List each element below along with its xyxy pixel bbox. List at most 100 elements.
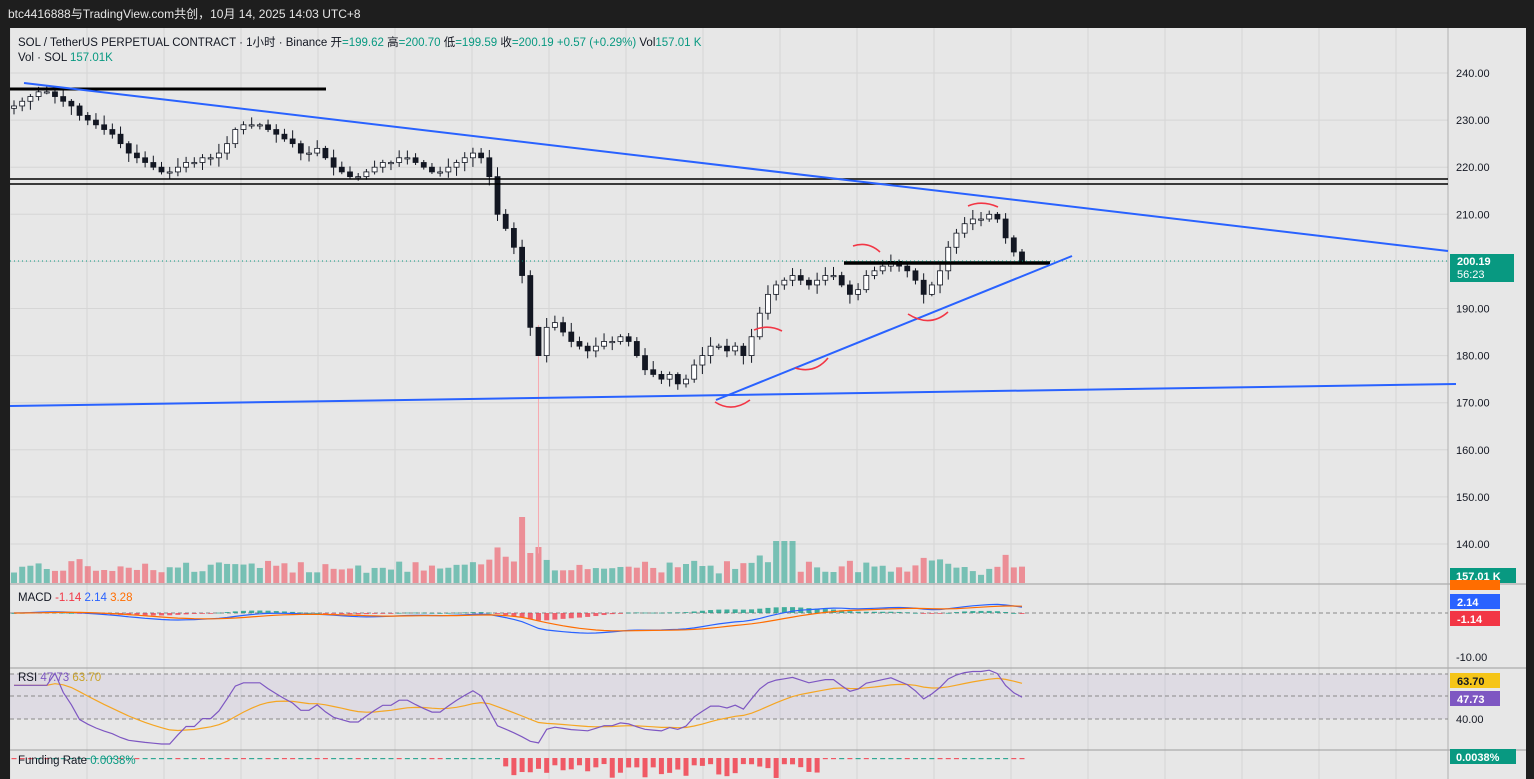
macd-histogram-bar xyxy=(634,612,640,614)
funding-rate-bar xyxy=(650,758,656,768)
macd-tag-text: 2.14 xyxy=(1457,597,1479,609)
macd-histogram-bar xyxy=(216,612,222,614)
annotation-arc[interactable] xyxy=(794,357,829,371)
macd-histogram-bar xyxy=(257,610,263,613)
high-value: =200.70 xyxy=(398,37,441,49)
volume-bar xyxy=(674,567,681,583)
annotation-arc[interactable] xyxy=(967,202,999,208)
price-chart[interactable]: 240.00230.00220.00210.00200.00190.00180.… xyxy=(10,28,1526,779)
funding-rate-bar xyxy=(429,758,435,760)
candle-body xyxy=(60,96,67,102)
volume-bar xyxy=(609,568,616,583)
macd-histogram-bar xyxy=(404,612,410,614)
candle-body xyxy=(937,270,943,286)
candle-body xyxy=(412,157,419,163)
volume-bar xyxy=(969,571,976,583)
candle-body xyxy=(338,166,345,173)
volume-bar xyxy=(543,559,550,583)
volume-bars xyxy=(11,517,1025,583)
candle-body xyxy=(289,138,296,145)
funding-rate-bar xyxy=(691,758,697,766)
volume-bar xyxy=(330,568,337,583)
macd-histogram-bar xyxy=(535,613,541,621)
volume-legend[interactable]: Vol · SOL 157.01K xyxy=(18,52,113,64)
macd-histogram-bar xyxy=(675,612,681,614)
funding-rate-bar xyxy=(216,758,222,760)
symbol-legend[interactable]: SOL / TetherUS PERPETUAL CONTRACT · 1小时 … xyxy=(18,34,701,50)
funding-rate-bar xyxy=(880,758,886,760)
funding-rate-bar xyxy=(306,758,312,760)
funding-rate-bar xyxy=(1003,758,1009,760)
candle-body xyxy=(256,124,263,127)
candle-body xyxy=(273,129,280,135)
funding-rate-bar xyxy=(732,758,738,774)
macd-signal-value: 3.28 xyxy=(110,592,133,604)
candle-body xyxy=(781,279,788,286)
macd-histogram-bar xyxy=(240,610,246,613)
volume-bar xyxy=(322,564,329,583)
macd-histogram-bar xyxy=(495,613,501,614)
volume-bar xyxy=(109,570,116,583)
funding-rate-bar xyxy=(503,758,509,767)
macd-histogram-bar xyxy=(962,611,968,613)
funding-rate-bar xyxy=(708,758,714,765)
rsi-legend[interactable]: RSI 47.73 63.70 xyxy=(18,672,101,684)
funding-rate-bar xyxy=(232,758,238,760)
macd-histogram-bar xyxy=(1011,612,1017,614)
volume-bar xyxy=(1019,566,1025,583)
funding-rate-bar xyxy=(601,758,607,765)
funding-rate-bar xyxy=(208,758,214,760)
rsi-legend-label: RSI xyxy=(18,672,38,684)
volume-bar xyxy=(166,567,173,583)
candle-body xyxy=(666,374,673,380)
macd-histogram-bar xyxy=(585,613,591,617)
volume-bar xyxy=(732,568,739,583)
macd-histogram-bar xyxy=(921,613,927,614)
candle-body xyxy=(175,166,181,173)
annotation-arc[interactable] xyxy=(714,399,751,408)
candle-body xyxy=(330,157,337,168)
chart-area[interactable]: 240.00230.00220.00210.00200.00190.00180.… xyxy=(10,28,1526,779)
volume-bar xyxy=(920,557,927,583)
candle-body xyxy=(19,100,26,107)
candle-body xyxy=(691,364,698,380)
candle-body xyxy=(363,171,370,178)
macd-histogram-bar xyxy=(855,611,861,613)
macd-histogram-bar xyxy=(708,610,714,613)
macd-histogram-bar xyxy=(429,612,435,614)
macd-legend[interactable]: MACD -1.14 2.14 3.28 xyxy=(18,592,132,604)
funding-legend[interactable]: Funding Rate 0.0038% xyxy=(18,755,136,767)
candle-body xyxy=(76,105,83,116)
funding-rate-bar xyxy=(388,758,394,760)
funding-rate-bar xyxy=(634,758,640,768)
candle-body xyxy=(928,284,935,295)
candle-body xyxy=(568,331,575,342)
open-value: =199.62 xyxy=(342,37,384,49)
volume-bar xyxy=(428,565,435,583)
macd-histogram-bar xyxy=(888,611,894,613)
funding-rate-bar xyxy=(585,758,591,772)
low-value: =199.59 xyxy=(455,37,498,49)
candle-body xyxy=(994,213,1001,220)
funding-rate-bar xyxy=(519,758,525,773)
macd-histogram-bar xyxy=(863,611,869,613)
candle-body xyxy=(625,336,632,342)
candle-body xyxy=(953,232,960,248)
macd-histogram-bar xyxy=(511,613,517,617)
candle-body xyxy=(199,157,206,163)
macd-histogram-bar xyxy=(314,612,320,614)
candle-body xyxy=(502,213,509,229)
funding-rate-bar xyxy=(249,758,255,760)
volume-bar xyxy=(256,567,263,583)
macd-histogram-bar xyxy=(871,611,877,613)
funding-rate-bar xyxy=(617,758,623,773)
volume-bar xyxy=(191,571,198,583)
volume-bar xyxy=(937,559,944,583)
macd-histogram-bar xyxy=(945,612,951,614)
volume-bar xyxy=(68,561,75,583)
price-axis-tick: 240.00 xyxy=(1456,68,1490,80)
funding-rate-bar xyxy=(970,758,976,760)
funding-rate-bar xyxy=(683,758,689,776)
macd-histogram-bar xyxy=(773,607,779,613)
volume-bar xyxy=(355,565,362,583)
